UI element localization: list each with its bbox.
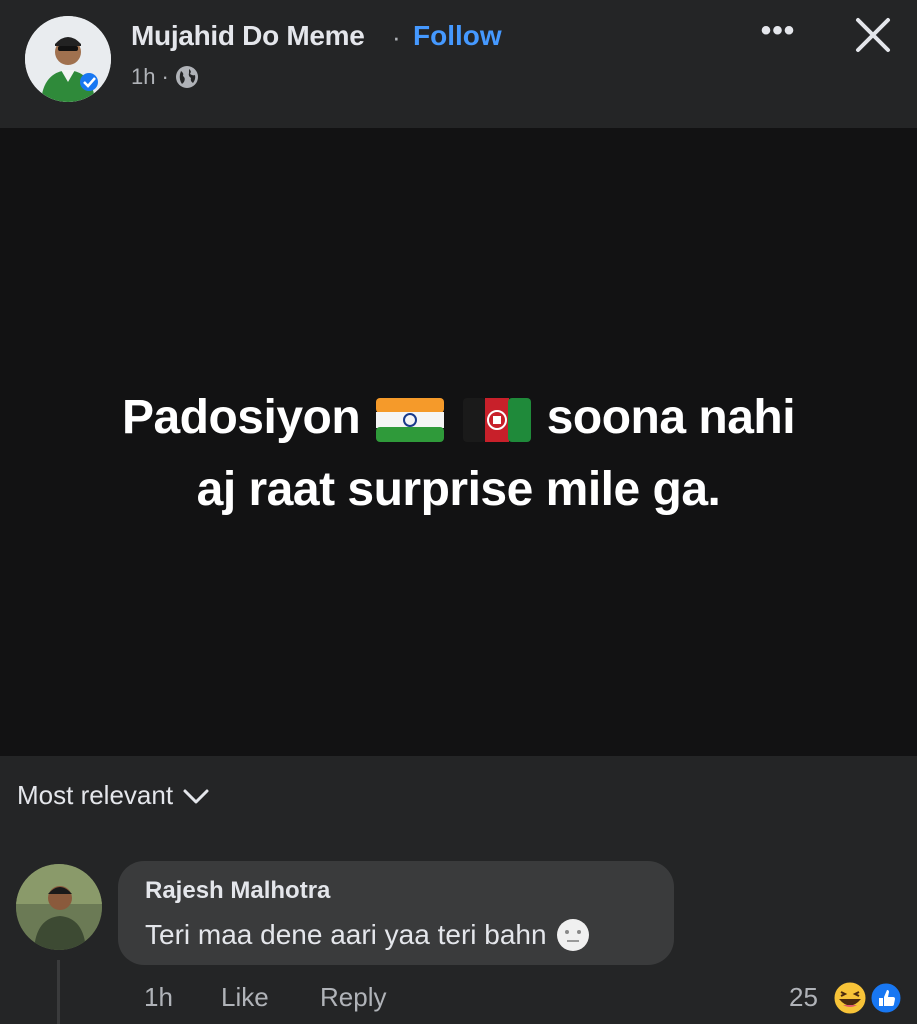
follow-button[interactable]: Follow <box>413 20 502 52</box>
commenter-name[interactable]: Rajesh Malhotra <box>145 877 330 905</box>
comment-text: Teri maa dene aari yaa teri bahn <box>145 917 591 953</box>
comment-time[interactable]: 1h <box>144 982 173 1013</box>
comments-sort-dropdown[interactable]: Most relevant <box>17 780 211 811</box>
sort-label: Most relevant <box>17 780 174 810</box>
post-text-before-flags: Padosiyon <box>121 391 361 444</box>
flag-afghanistan-icon <box>462 398 531 443</box>
meta-separator: · <box>161 64 169 89</box>
reaction-count[interactable]: 25 <box>789 982 818 1013</box>
reply-button[interactable]: Reply <box>320 982 386 1013</box>
neutral-face-icon <box>556 919 589 951</box>
chevron-down-icon <box>183 789 209 803</box>
like-button[interactable]: Like <box>221 982 269 1013</box>
post-text-after-flags: soona nahi <box>546 391 796 444</box>
post-header: Mujahid Do Meme · Follow 1h · ••• <box>0 0 917 128</box>
reply-thread-line <box>57 960 60 1024</box>
like-reaction-icon <box>868 980 904 1016</box>
commenter-avatar[interactable] <box>16 864 102 950</box>
reactions-summary[interactable] <box>826 978 906 1018</box>
close-icon[interactable] <box>852 14 894 56</box>
name-separator: · <box>392 22 401 52</box>
globe-icon <box>175 66 198 88</box>
post-text-line-1: Padosiyon soona nahi <box>0 390 917 445</box>
haha-reaction-icon <box>831 979 869 1017</box>
post-text-line-2: aj raat surprise mile ga. <box>196 463 721 516</box>
flag-india-icon <box>376 398 444 443</box>
post-time[interactable]: 1h <box>131 64 155 90</box>
poster-name[interactable]: Mujahid Do Meme <box>131 20 365 52</box>
post-meta: 1h · <box>131 64 199 90</box>
post-content: Padosiyon soona nahi aj raat surprise mi… <box>0 128 917 756</box>
more-options-button[interactable]: ••• <box>756 16 800 50</box>
poster-avatar[interactable] <box>25 16 111 102</box>
comment-text-content: Teri maa dene aari yaa teri bahn <box>145 919 547 950</box>
